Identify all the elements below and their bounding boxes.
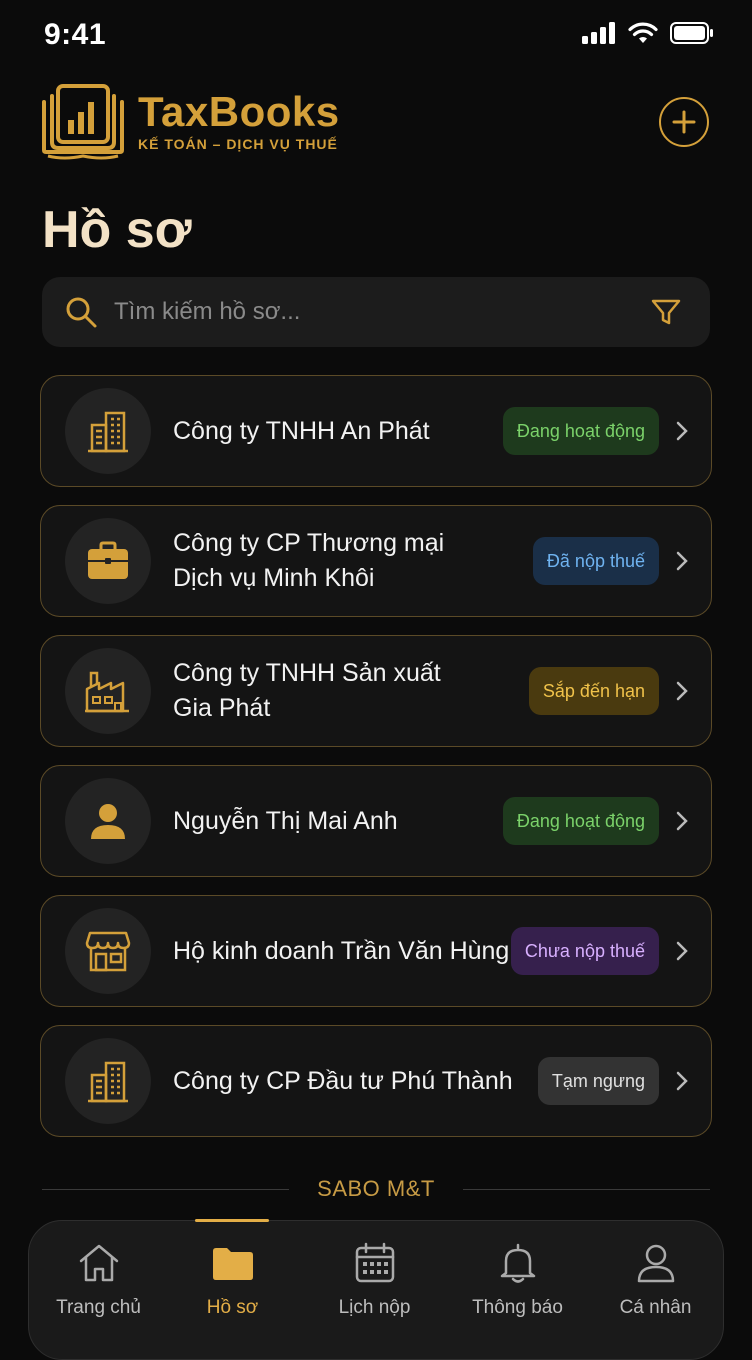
profile-name-line-2: Dịch vụ Minh Khôi [173,564,375,592]
plus-icon [672,110,696,134]
status-badge: Đang hoạt động [502,407,659,455]
profile-card[interactable]: Hộ kinh doanh Trần Văn Hùng Chưa nộp thu… [40,895,712,1007]
brand-logo: TaxBooks KẾ TOÁN – DỊCH VỤ THUẾ [42,82,340,160]
profile-name: Công ty CP Đầu tư Phú Thành [173,1066,513,1095]
storefront-icon [65,908,151,994]
tab-profiles[interactable]: Hồ sơ [163,1221,302,1345]
status-bar: 9:41 [0,0,752,70]
status-badge: Đang hoạt động [502,797,659,845]
office-building-icon [65,388,151,474]
chevron-right-icon [671,941,693,961]
profile-card[interactable]: Nguyễn Thị Mai Anh Đang hoạt động [40,765,712,877]
battery-icon [670,22,713,44]
calendar-icon [353,1241,397,1285]
search-icon [64,295,98,329]
profile-name: Hộ kinh doanh Trần Văn Hùng [173,936,510,965]
status-badge: Đã nộp thuế [532,537,659,585]
add-profile-button[interactable] [659,97,709,147]
search-input[interactable] [112,297,650,327]
status-badge: Tạm ngưng [537,1057,659,1105]
tab-home[interactable]: Trang chủ [29,1221,168,1345]
chevron-right-icon [671,421,693,441]
person-icon [65,778,151,864]
profile-name: Nguyễn Thị Mai Anh [173,806,398,835]
brand-name: TaxBooks [138,88,340,135]
profile-card[interactable]: Công ty CP Đầu tư Phú Thành Tạm ngưng [40,1025,712,1137]
bottom-tab-bar: Trang chủ Hồ sơ Lịch nộp Thông báo Cá nh… [28,1219,725,1360]
profile-list: Công ty TNHH An Phát Đang hoạt động Công… [40,375,712,1155]
profile-name-line-1: Công ty TNHH Sản xuất [173,659,441,687]
page-title: Hồ sơ [42,201,192,259]
chevron-right-icon [671,681,693,701]
folder-icon [211,1241,255,1285]
footer-text: SABO M&T [317,1176,435,1201]
profile-card[interactable]: Công ty TNHH An Phát Đang hoạt động [40,375,712,487]
divider [462,1188,710,1190]
chevron-right-icon [671,811,693,831]
bell-icon [496,1241,540,1285]
briefcase-icon [65,518,151,604]
profile-card[interactable]: Công ty TNHH Sản xuất Gia Phát Sắp đến h… [40,635,712,747]
chevron-right-icon [671,1071,693,1091]
tab-notifications[interactable]: Thông báo [448,1221,587,1345]
chevron-right-icon [671,551,693,571]
signal-icon [582,22,615,44]
filter-icon[interactable] [650,296,682,328]
profile-name-line-1: Công ty CP Thương mại [173,529,445,557]
tab-label: Lịch nộp [338,1297,411,1318]
user-icon [634,1241,678,1285]
taxbooks-logo-icon [42,84,124,160]
profile-card[interactable]: Công ty CP Thương mại Dịch vụ Minh Khôi … [40,505,712,617]
profile-name: Công ty TNHH Sản xuất Gia Phát [173,656,529,726]
tab-label: Thông báo [472,1297,563,1318]
footer-brand: SABO M&T [42,1176,710,1202]
wifi-icon [628,22,658,43]
office-building-icon [65,1038,151,1124]
search-bar[interactable] [42,277,710,347]
brand-tagline: KẾ TOÁN – DỊCH VỤ THUẾ [138,136,338,152]
divider [42,1188,290,1190]
status-badge: Chưa nộp thuế [510,927,659,975]
tab-label: Trang chủ [56,1297,141,1318]
status-badge: Sắp đến hạn [528,667,659,715]
profile-name: Công ty CP Thương mại Dịch vụ Minh Khôi [173,526,533,596]
status-time: 9:41 [44,18,107,51]
status-icons [582,22,714,44]
tab-personal[interactable]: Cá nhân [586,1221,725,1345]
tab-label: Cá nhân [619,1297,692,1318]
factory-icon [65,648,151,734]
home-icon [77,1241,121,1285]
profile-name: Công ty TNHH An Phát [173,416,430,445]
tab-label: Hồ sơ [206,1297,259,1318]
tab-schedule[interactable]: Lịch nộp [305,1221,444,1345]
profile-name-line-2: Gia Phát [173,694,271,722]
